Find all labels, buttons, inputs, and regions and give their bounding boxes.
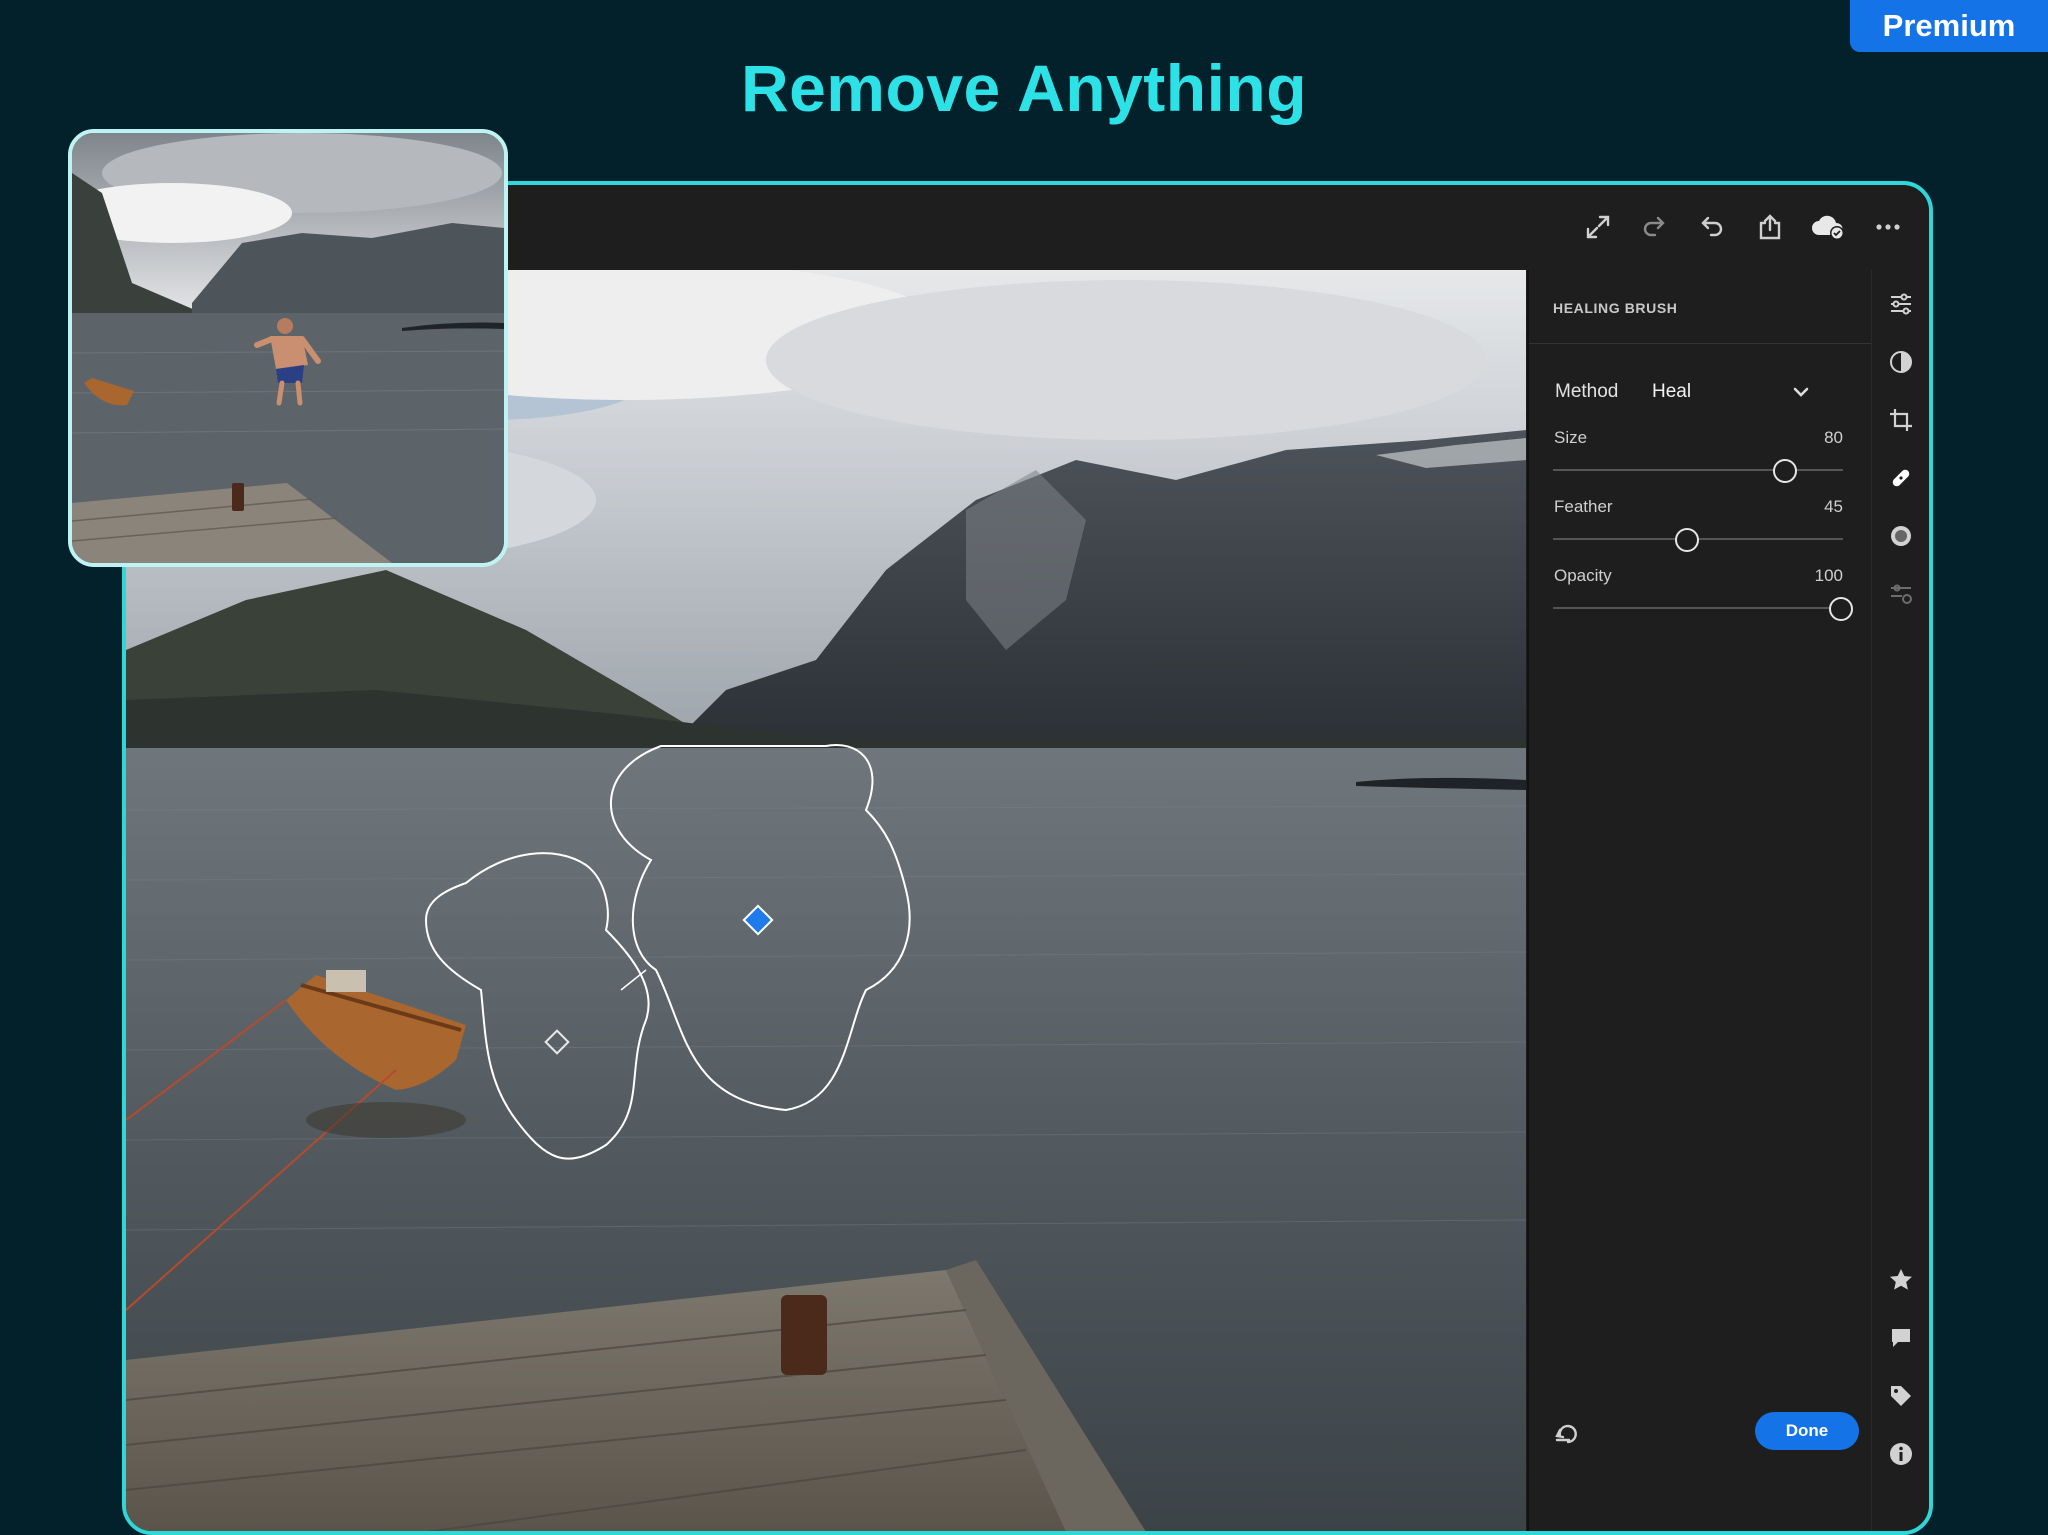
premium-badge: Premium bbox=[1850, 0, 2048, 52]
crop-icon[interactable] bbox=[1879, 398, 1923, 442]
size-knob[interactable] bbox=[1773, 459, 1797, 483]
opacity-track[interactable] bbox=[1553, 607, 1843, 609]
feather-knob[interactable] bbox=[1675, 528, 1699, 552]
expand-icon[interactable] bbox=[1576, 205, 1620, 249]
chevron-down-icon[interactable] bbox=[1787, 378, 1815, 406]
feather-label: Feather bbox=[1554, 497, 1613, 516]
undo-icon[interactable] bbox=[1690, 205, 1734, 249]
size-slider[interactable]: Size 80 bbox=[1553, 428, 1843, 488]
done-button[interactable]: Done bbox=[1755, 1412, 1859, 1450]
masking-icon[interactable] bbox=[1879, 340, 1923, 384]
opacity-value: 100 bbox=[1814, 566, 1843, 585]
panel-divider bbox=[1529, 343, 1871, 344]
method-dropdown-value[interactable]: Heal bbox=[1652, 381, 1691, 403]
reset-icon[interactable] bbox=[1551, 1416, 1583, 1448]
panel-title: HEALING BRUSH bbox=[1553, 300, 1678, 316]
more-icon[interactable] bbox=[1866, 205, 1910, 249]
feather-slider[interactable]: Feather 45 bbox=[1553, 497, 1843, 557]
star-icon[interactable] bbox=[1879, 1258, 1923, 1302]
size-value: 80 bbox=[1824, 428, 1843, 447]
comment-icon[interactable] bbox=[1879, 1316, 1923, 1360]
headline: Remove Anything bbox=[740, 51, 1308, 125]
size-label: Size bbox=[1554, 428, 1588, 447]
healing-brush-panel: HEALING BRUSH Method Heal Size 80 Feathe… bbox=[1527, 270, 1871, 1531]
tag-icon[interactable] bbox=[1879, 1374, 1923, 1418]
healing-brush-icon[interactable] bbox=[1879, 456, 1923, 500]
tool-rail bbox=[1871, 270, 1929, 1531]
size-track[interactable] bbox=[1553, 469, 1843, 471]
info-icon[interactable] bbox=[1879, 1432, 1923, 1476]
presets-icon[interactable] bbox=[1879, 572, 1923, 616]
opacity-knob[interactable] bbox=[1829, 597, 1853, 621]
edit-sliders-icon[interactable] bbox=[1879, 282, 1923, 326]
share-icon[interactable] bbox=[1748, 205, 1792, 249]
method-label: Method bbox=[1555, 381, 1619, 402]
before-thumbnail bbox=[68, 129, 508, 567]
feather-value: 45 bbox=[1824, 497, 1843, 516]
opacity-slider[interactable]: Opacity 100 bbox=[1553, 566, 1853, 626]
redo-icon[interactable] bbox=[1632, 205, 1676, 249]
vignette-icon[interactable] bbox=[1879, 514, 1923, 558]
cloud-synced-icon[interactable] bbox=[1806, 205, 1850, 249]
opacity-label: Opacity bbox=[1554, 566, 1612, 585]
